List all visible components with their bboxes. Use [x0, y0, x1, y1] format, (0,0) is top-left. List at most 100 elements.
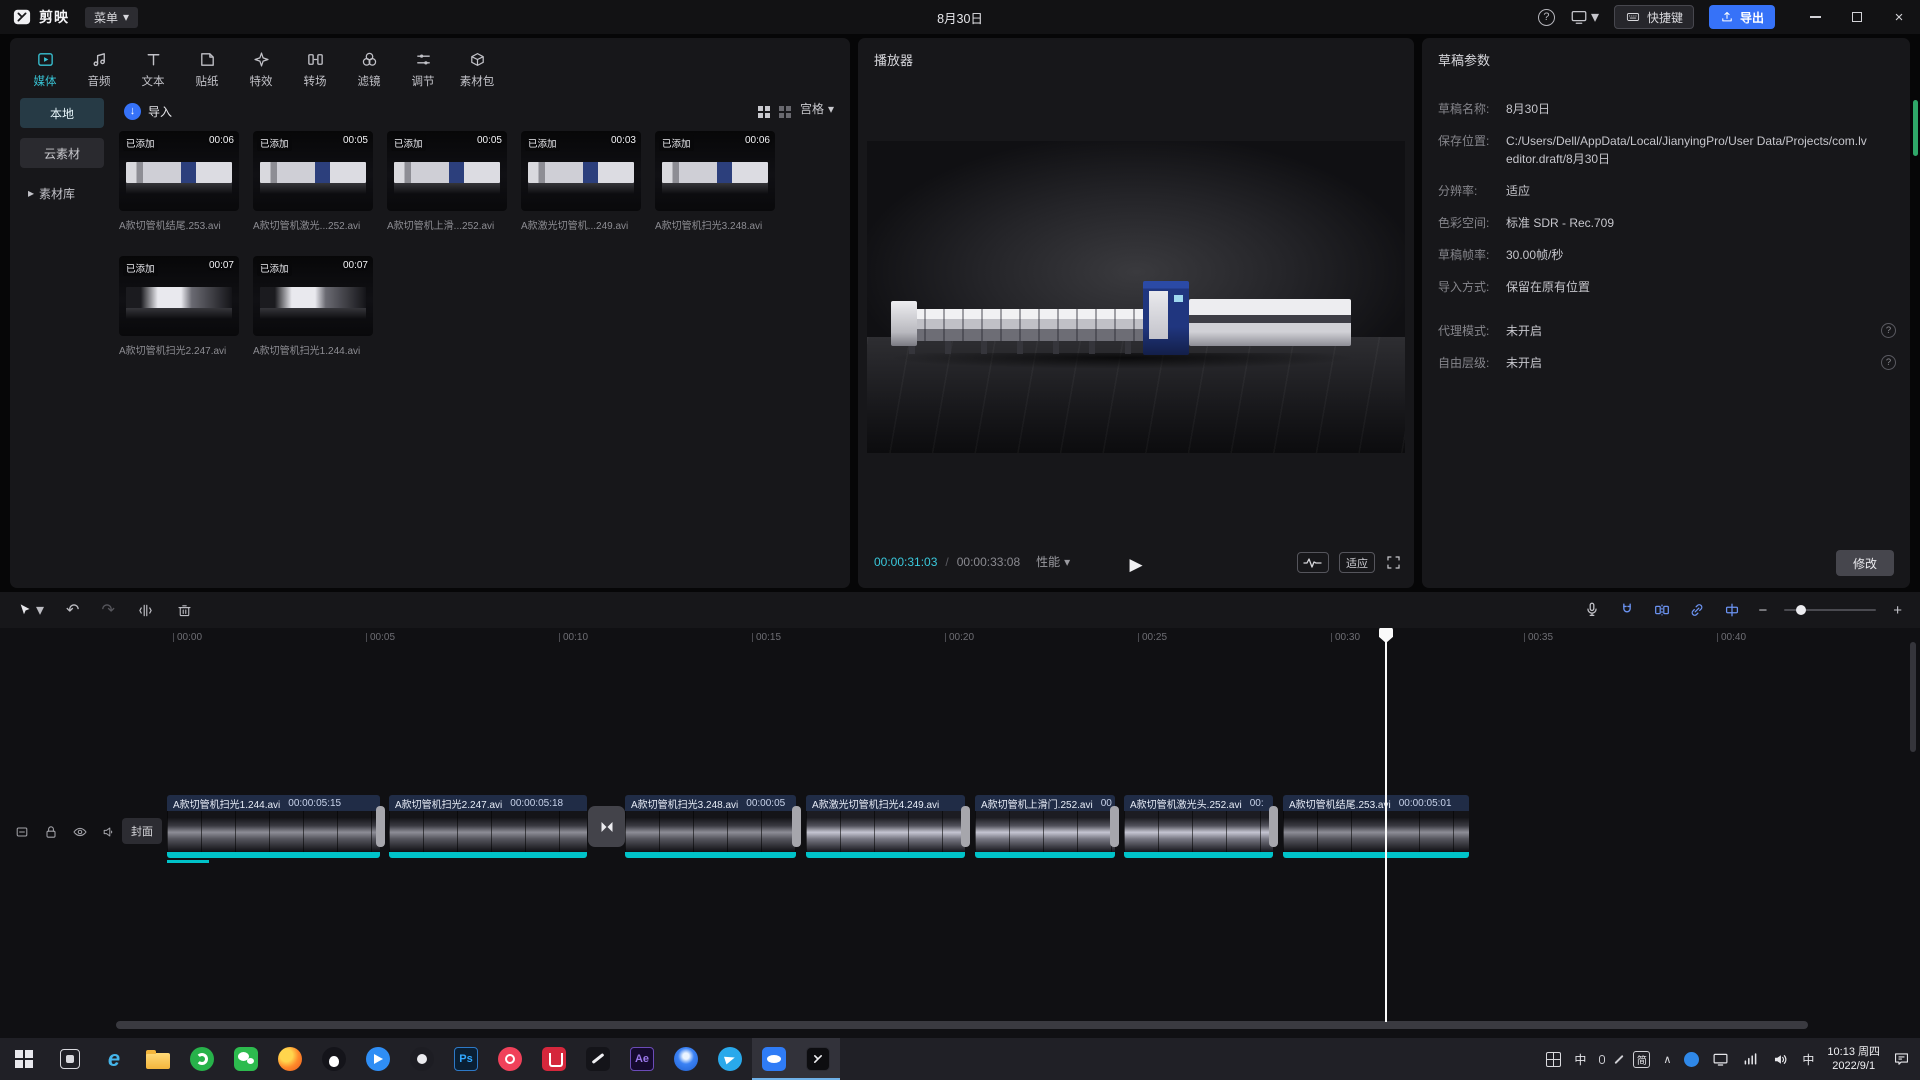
split-button[interactable] — [137, 602, 154, 619]
simplified-chinese-badge[interactable]: 简 — [1633, 1051, 1650, 1068]
zoom-knob[interactable] — [1796, 605, 1806, 615]
playhead-line[interactable] — [1385, 628, 1387, 1022]
timeline-vertical-scrollbar[interactable] — [1910, 642, 1916, 752]
clip-trim-handle[interactable] — [1110, 806, 1119, 847]
tab-material-pack[interactable]: 素材包 — [450, 43, 504, 95]
media-item[interactable]: 已添加 00:07 A款切管机扫光2.247.avi — [119, 256, 239, 357]
fullscreen-button[interactable] — [1385, 554, 1402, 571]
close-button[interactable]: × — [1878, 0, 1920, 34]
tab-effects[interactable]: 特效 — [234, 43, 288, 95]
timeline[interactable]: 00:00 00:05 00:10 00:15 00:20 00:25 00:3… — [0, 628, 1920, 1038]
select-tool-button[interactable]: ▾ — [16, 600, 44, 620]
taskbar-clock[interactable]: 10:13 周四 2022/9/1 — [1827, 1045, 1880, 1074]
preview-axis-toggle[interactable] — [1723, 601, 1741, 619]
grid-view-icon[interactable] — [758, 106, 763, 111]
show-hidden-icons-button[interactable]: ∧ — [1663, 1053, 1671, 1066]
taskbar-app-red-circle[interactable] — [488, 1038, 532, 1080]
redo-button[interactable]: ↷ — [101, 600, 114, 620]
hide-track-button[interactable] — [72, 824, 88, 840]
sidebar-item-cloud[interactable]: 云素材 — [20, 138, 104, 168]
linkage-toggle[interactable] — [1688, 601, 1706, 619]
timeline-clip[interactable]: A款激光切管机扫光4.249.avi — [806, 795, 965, 858]
taskbar-app-blue-browser[interactable] — [664, 1038, 708, 1080]
tab-sticker[interactable]: 贴纸 — [180, 43, 234, 95]
shortcut-keys-button[interactable]: 快捷键 — [1614, 5, 1694, 29]
lock-track-button[interactable] — [43, 824, 59, 840]
view-mode-select[interactable]: 宫格 ▾ — [800, 100, 834, 117]
params-scrollbar-thumb[interactable] — [1913, 100, 1918, 156]
play-button[interactable]: ▶ — [1129, 555, 1142, 575]
handwriting-icon[interactable] — [1615, 1054, 1624, 1063]
media-item[interactable]: 已添加 00:05 A款切管机激光...252.avi — [253, 131, 373, 232]
tab-adjust[interactable]: 调节 — [396, 43, 450, 95]
tab-transition[interactable]: 转场 — [288, 43, 342, 95]
tab-text[interactable]: 文本 — [126, 43, 180, 95]
media-item[interactable]: 已添加 00:03 A款激光切管机...249.avi — [521, 131, 641, 232]
video-preview[interactable] — [867, 141, 1405, 453]
taskbar-app-wechat[interactable] — [224, 1038, 268, 1080]
display-mode-button[interactable]: ▾ — [1570, 7, 1599, 27]
record-voiceover-button[interactable] — [1583, 601, 1601, 619]
import-button[interactable]: ↓ 导入 — [124, 98, 172, 124]
main-track-magnet-toggle[interactable] — [1618, 601, 1636, 619]
list-view-icon[interactable] — [779, 106, 784, 111]
taskbar-app-red-square[interactable] — [532, 1038, 576, 1080]
taskbar-app-dark-swoosh[interactable] — [576, 1038, 620, 1080]
media-item[interactable]: 已添加 00:06 A款切管机扫光3.248.avi — [655, 131, 775, 232]
clip-trim-handle[interactable] — [376, 806, 385, 847]
auto-snap-toggle[interactable] — [1653, 601, 1671, 619]
mute-track-button[interactable] — [101, 824, 117, 840]
display-tray-button[interactable] — [1712, 1051, 1729, 1068]
taskbar-app-photoshop[interactable]: Ps — [444, 1038, 488, 1080]
timeline-horizontal-scrollbar[interactable] — [116, 1021, 1808, 1029]
taskbar-app-netdisk[interactable] — [752, 1038, 796, 1080]
clip-trim-handle[interactable] — [792, 806, 801, 847]
menu-button[interactable]: 菜单 ▾ — [85, 7, 138, 28]
taskbar-app-tim[interactable] — [356, 1038, 400, 1080]
media-item[interactable]: 已添加 00:06 A款切管机结尾.253.avi — [119, 131, 239, 232]
modify-button[interactable]: 修改 — [1836, 550, 1894, 576]
timeline-zoom-slider[interactable] — [1784, 609, 1876, 611]
taskbar-app-qq[interactable] — [312, 1038, 356, 1080]
playhead-handle[interactable] — [1379, 627, 1393, 643]
shrink-track-button[interactable] — [14, 824, 30, 840]
taskbar-app-dark-ring[interactable] — [400, 1038, 444, 1080]
help-icon[interactable]: ? — [1881, 323, 1896, 338]
sidebar-item-local[interactable]: 本地 — [20, 98, 104, 128]
help-button[interactable]: ? — [1538, 9, 1555, 26]
timeline-clip[interactable]: A款切管机扫光2.247.avi00:00:05:18 — [389, 795, 587, 858]
ime-language-indicator[interactable]: 中 — [1574, 1051, 1586, 1068]
waveform-button[interactable] — [1297, 552, 1329, 573]
voice-input-icon[interactable] — [1599, 1055, 1605, 1064]
export-button[interactable]: 导出 — [1709, 5, 1775, 29]
ime-grid-icon[interactable] — [1546, 1052, 1561, 1067]
delete-button[interactable] — [176, 602, 193, 619]
network-tray-button[interactable] — [1742, 1051, 1759, 1068]
minimize-button[interactable] — [1794, 0, 1836, 34]
tab-media[interactable]: 媒体 — [18, 43, 72, 95]
language-indicator[interactable]: 中 — [1802, 1051, 1814, 1068]
timeline-clip[interactable]: A款切管机激光头.252.avi00: — [1124, 795, 1273, 858]
taskbar-app-snipping[interactable] — [48, 1038, 92, 1080]
timeline-clip[interactable]: A款切管机扫光1.244.avi00:00:05:15 — [167, 795, 380, 858]
taskbar-app-360[interactable] — [180, 1038, 224, 1080]
cover-button[interactable]: 封面 — [122, 818, 162, 844]
tab-filter[interactable]: 滤镜 — [342, 43, 396, 95]
taskbar-app-aftereffects[interactable]: Ae — [620, 1038, 664, 1080]
undo-button[interactable]: ↶ — [66, 600, 79, 620]
taskbar-app-ie[interactable]: e — [92, 1038, 136, 1080]
sidebar-item-library[interactable]: ▸ 素材库 — [20, 178, 104, 208]
action-center-button[interactable] — [1893, 1051, 1910, 1068]
media-item[interactable]: 已添加 00:05 A款切管机上滑...252.avi — [387, 131, 507, 232]
zoom-out-button[interactable]: − — [1758, 602, 1767, 619]
help-icon[interactable]: ? — [1881, 355, 1896, 370]
start-button[interactable] — [0, 1038, 48, 1080]
maximize-button[interactable] — [1836, 0, 1878, 34]
taskbar-app-explorer[interactable] — [136, 1038, 180, 1080]
fit-button[interactable]: 适应 — [1339, 552, 1375, 573]
taskbar-app-firefox[interactable] — [268, 1038, 312, 1080]
taskbar-app-telegram[interactable] — [708, 1038, 752, 1080]
timeline-clip[interactable]: A款切管机上滑门.252.avi00 — [975, 795, 1115, 858]
tab-audio[interactable]: 音频 — [72, 43, 126, 95]
taskbar-app-jianying[interactable] — [796, 1038, 840, 1080]
